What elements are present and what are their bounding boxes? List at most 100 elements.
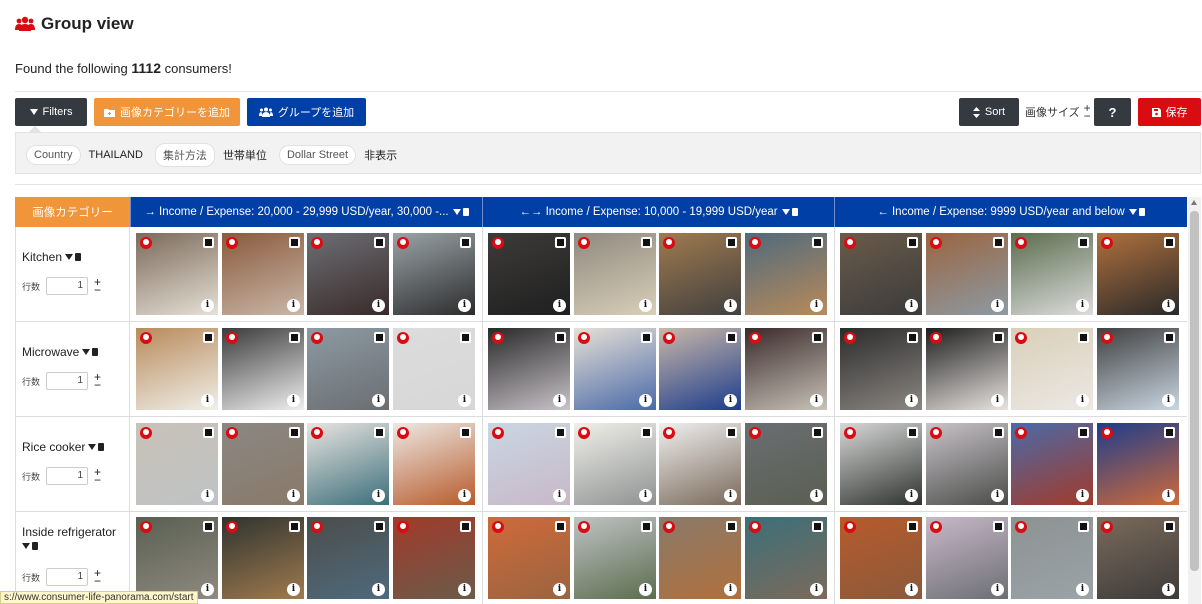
- info-icon[interactable]: i: [1076, 299, 1089, 312]
- photo-thumbnail[interactable]: i: [136, 423, 218, 505]
- user-icon[interactable]: [749, 427, 761, 439]
- photo-thumbnail[interactable]: i: [222, 328, 304, 410]
- info-icon[interactable]: i: [639, 489, 652, 502]
- photo-thumbnail[interactable]: i: [488, 328, 570, 410]
- photo-thumbnail[interactable]: i: [1097, 233, 1179, 315]
- 3d-view-icon[interactable]: [289, 237, 300, 248]
- info-icon[interactable]: i: [1076, 583, 1089, 596]
- info-icon[interactable]: i: [905, 489, 918, 502]
- 3d-view-icon[interactable]: [203, 332, 214, 343]
- photo-thumbnail[interactable]: i: [222, 517, 304, 599]
- user-icon[interactable]: [226, 332, 238, 344]
- user-icon[interactable]: [1015, 427, 1027, 439]
- 3d-view-icon[interactable]: [374, 427, 385, 438]
- 3d-view-icon[interactable]: [289, 521, 300, 532]
- user-icon[interactable]: [663, 521, 675, 533]
- row-count-decrease[interactable]: −: [94, 474, 101, 486]
- trash-icon[interactable]: [462, 208, 469, 216]
- photo-thumbnail[interactable]: i: [1097, 423, 1179, 505]
- photo-thumbnail[interactable]: i: [488, 233, 570, 315]
- user-icon[interactable]: [492, 521, 504, 533]
- info-icon[interactable]: i: [201, 583, 214, 596]
- 3d-view-icon[interactable]: [726, 237, 737, 248]
- photo-thumbnail[interactable]: i: [745, 517, 827, 599]
- user-icon[interactable]: [1101, 521, 1113, 533]
- user-icon[interactable]: [311, 332, 323, 344]
- user-icon[interactable]: [1101, 237, 1113, 249]
- row-count-decrease[interactable]: −: [94, 575, 101, 587]
- info-icon[interactable]: i: [458, 489, 471, 502]
- photo-thumbnail[interactable]: i: [488, 423, 570, 505]
- user-icon[interactable]: [140, 237, 152, 249]
- photo-thumbnail[interactable]: i: [574, 517, 656, 599]
- 3d-view-icon[interactable]: [812, 237, 823, 248]
- 3d-view-icon[interactable]: [726, 521, 737, 532]
- user-icon[interactable]: [397, 332, 409, 344]
- user-icon[interactable]: [492, 332, 504, 344]
- user-icon[interactable]: [749, 332, 761, 344]
- user-icon[interactable]: [749, 237, 761, 249]
- info-icon[interactable]: i: [639, 394, 652, 407]
- user-icon[interactable]: [1015, 332, 1027, 344]
- user-icon[interactable]: [663, 427, 675, 439]
- info-icon[interactable]: i: [1162, 489, 1175, 502]
- photo-thumbnail[interactable]: i: [136, 328, 218, 410]
- 3d-view-icon[interactable]: [460, 237, 471, 248]
- info-icon[interactable]: i: [810, 299, 823, 312]
- save-button[interactable]: 保存: [1138, 98, 1201, 126]
- 3d-view-icon[interactable]: [993, 332, 1004, 343]
- 3d-view-icon[interactable]: [1164, 427, 1175, 438]
- 3d-view-icon[interactable]: [641, 521, 652, 532]
- photo-thumbnail[interactable]: i: [926, 233, 1008, 315]
- info-icon[interactable]: i: [905, 583, 918, 596]
- user-icon[interactable]: [930, 332, 942, 344]
- 3d-view-icon[interactable]: [289, 332, 300, 343]
- photo-thumbnail[interactable]: i: [1011, 328, 1093, 410]
- info-icon[interactable]: i: [553, 299, 566, 312]
- photo-thumbnail[interactable]: i: [745, 328, 827, 410]
- user-icon[interactable]: [578, 332, 590, 344]
- photo-thumbnail[interactable]: i: [222, 423, 304, 505]
- help-button[interactable]: ?: [1094, 98, 1131, 126]
- info-icon[interactable]: i: [905, 299, 918, 312]
- user-icon[interactable]: [844, 427, 856, 439]
- trash-icon[interactable]: [1138, 208, 1145, 216]
- filter-icon[interactable]: [88, 444, 97, 450]
- filter-icon[interactable]: [82, 349, 91, 355]
- user-icon[interactable]: [930, 237, 942, 249]
- photo-thumbnail[interactable]: i: [1011, 233, 1093, 315]
- info-icon[interactable]: i: [1162, 299, 1175, 312]
- user-icon[interactable]: [140, 332, 152, 344]
- row-count-input[interactable]: 1: [46, 568, 89, 586]
- user-icon[interactable]: [311, 521, 323, 533]
- info-icon[interactable]: i: [287, 299, 300, 312]
- 3d-view-icon[interactable]: [812, 521, 823, 532]
- info-icon[interactable]: i: [991, 299, 1004, 312]
- 3d-view-icon[interactable]: [1078, 521, 1089, 532]
- photo-thumbnail[interactable]: i: [926, 517, 1008, 599]
- filter-chip[interactable]: Dollar Street 非表示: [278, 143, 401, 167]
- info-icon[interactable]: i: [639, 583, 652, 596]
- 3d-view-icon[interactable]: [726, 427, 737, 438]
- info-icon[interactable]: i: [287, 583, 300, 596]
- info-icon[interactable]: i: [724, 394, 737, 407]
- 3d-view-icon[interactable]: [1078, 332, 1089, 343]
- photo-thumbnail[interactable]: i: [659, 423, 741, 505]
- user-icon[interactable]: [578, 521, 590, 533]
- 3d-view-icon[interactable]: [555, 237, 566, 248]
- 3d-view-icon[interactable]: [460, 332, 471, 343]
- photo-thumbnail[interactable]: i: [393, 423, 475, 505]
- trash-icon[interactable]: [75, 253, 82, 261]
- 3d-view-icon[interactable]: [812, 332, 823, 343]
- photo-thumbnail[interactable]: i: [393, 328, 475, 410]
- row-count-input[interactable]: 1: [46, 277, 89, 295]
- 3d-view-icon[interactable]: [1078, 237, 1089, 248]
- user-icon[interactable]: [140, 521, 152, 533]
- user-icon[interactable]: [492, 237, 504, 249]
- info-icon[interactable]: i: [458, 394, 471, 407]
- info-icon[interactable]: i: [458, 583, 471, 596]
- filters-button[interactable]: Filters: [15, 98, 87, 126]
- 3d-view-icon[interactable]: [1164, 521, 1175, 532]
- user-icon[interactable]: [663, 237, 675, 249]
- add-group-button[interactable]: グループを追加: [247, 98, 366, 126]
